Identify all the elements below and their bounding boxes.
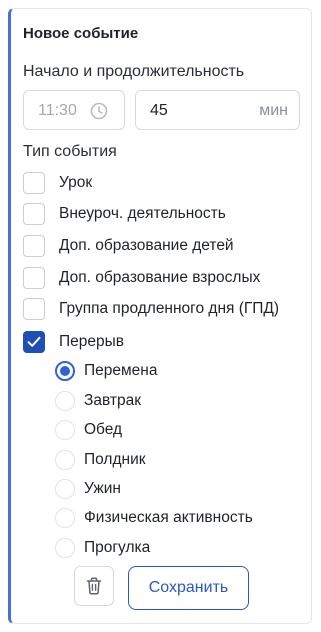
break-type-radio[interactable]: [55, 391, 75, 411]
break-type-option[interactable]: Обед: [55, 420, 295, 442]
panel-title: Новое событие: [23, 25, 139, 42]
event-type-label-text: Внеуроч. деятельность: [59, 205, 226, 222]
event-type-checkbox[interactable]: [23, 298, 45, 320]
break-type-option[interactable]: Ужин: [55, 479, 295, 501]
event-type-option[interactable]: Урок: [23, 172, 303, 196]
event-type-checkbox[interactable]: [23, 235, 45, 257]
event-type-option[interactable]: Доп. образование взрослых: [23, 267, 303, 291]
event-type-option[interactable]: Внеуроч. деятельность: [23, 203, 303, 227]
event-type-option[interactable]: Группа продленного дня (ГПД): [23, 298, 303, 322]
start-duration-label: Начало и продолжительность: [23, 63, 245, 80]
break-type-label-text: Полдник: [84, 451, 146, 468]
break-type-label-text: Ужин: [84, 480, 121, 497]
break-type-radio[interactable]: [55, 538, 75, 558]
event-type-label-text: Перерыв: [59, 333, 124, 350]
event-type-checkbox[interactable]: [23, 331, 45, 353]
clock-icon: [90, 102, 108, 120]
break-type-radio[interactable]: [55, 450, 75, 470]
event-type-option[interactable]: Доп. образование детей: [23, 235, 303, 259]
break-type-option[interactable]: Физическая активность: [55, 508, 295, 530]
break-type-radio[interactable]: [55, 420, 75, 440]
break-type-label-text: Физическая активность: [84, 509, 253, 526]
event-type-label-text: Доп. образование взрослых: [59, 269, 261, 286]
duration-value: 45: [150, 102, 168, 119]
break-type-radio[interactable]: [55, 361, 75, 381]
new-event-panel: Новое событие Начало и продолжительность…: [8, 8, 312, 624]
checkmark-icon: [27, 336, 41, 347]
duration-input[interactable]: 45 мин: [135, 90, 300, 130]
break-type-label-text: Перемена: [84, 362, 158, 379]
delete-button[interactable]: [74, 566, 114, 606]
start-time-placeholder: 11:30: [38, 102, 77, 119]
event-type-label: Тип события: [23, 143, 117, 160]
break-type-option[interactable]: Полдник: [55, 450, 295, 472]
break-type-option[interactable]: Прогулка: [55, 538, 295, 560]
break-type-radio[interactable]: [55, 508, 75, 528]
trash-icon: [86, 577, 102, 595]
event-type-label-text: Доп. образование детей: [59, 237, 234, 254]
event-type-checkbox[interactable]: [23, 267, 45, 289]
event-type-option[interactable]: Перерыв: [23, 331, 303, 355]
save-button[interactable]: Сохранить: [128, 566, 249, 610]
event-type-label-text: Урок: [59, 174, 93, 191]
start-time-input[interactable]: 11:30: [23, 90, 125, 130]
break-type-label-text: Обед: [84, 421, 123, 438]
break-type-option[interactable]: Перемена: [55, 361, 295, 383]
break-type-label-text: Прогулка: [84, 539, 151, 556]
break-type-option[interactable]: Завтрак: [55, 391, 295, 413]
event-type-checkbox[interactable]: [23, 203, 45, 225]
break-type-label-text: Завтрак: [84, 392, 141, 409]
break-type-radio[interactable]: [55, 479, 75, 499]
duration-unit: мин: [259, 102, 288, 119]
event-type-label-text: Группа продленного дня (ГПД): [59, 300, 280, 317]
event-type-checkbox[interactable]: [23, 172, 45, 194]
